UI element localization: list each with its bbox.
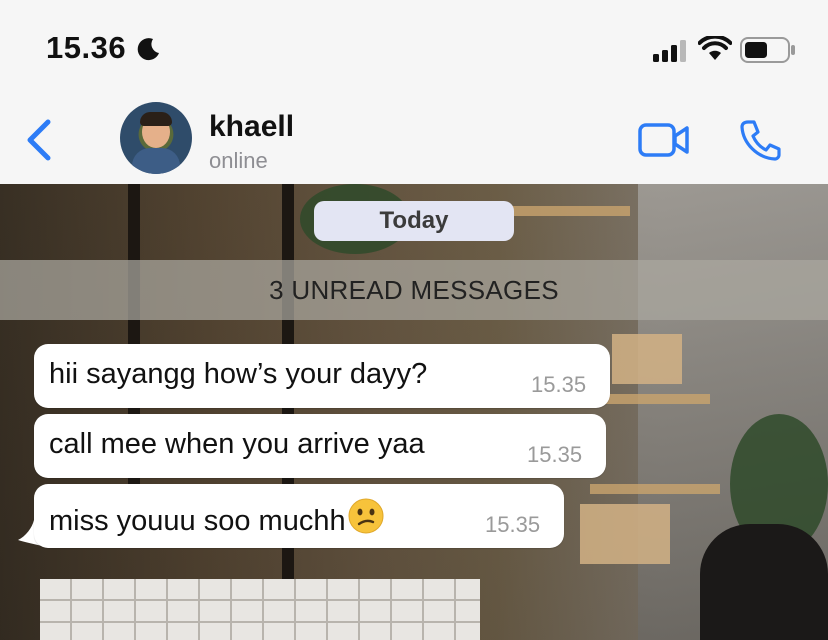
bg-post	[282, 184, 294, 640]
contact-name[interactable]: khaell	[209, 110, 294, 144]
contact-status: online	[209, 148, 268, 173]
bg-box	[580, 504, 670, 564]
video-camera-icon[interactable]	[638, 122, 690, 158]
bg-shelf	[600, 394, 710, 404]
message-bubble[interactable]: call mee when you arrive yaa 15.35	[34, 414, 606, 478]
contact-avatar[interactable]	[120, 102, 192, 174]
phone-icon[interactable]	[739, 119, 781, 161]
message-text: miss youuu soo muchh	[49, 498, 384, 538]
unread-messages-banner: 3 UNREAD MESSAGES	[0, 260, 828, 320]
avatar-vest	[132, 148, 180, 174]
status-bar: 15.36	[0, 0, 828, 96]
message-time: 15.35	[531, 372, 587, 397]
battery-icon	[740, 37, 795, 63]
status-time: 15.36	[46, 30, 127, 65]
message-time: 15.35	[527, 442, 583, 467]
bg-person	[700, 524, 828, 640]
bg-shelf	[590, 484, 720, 494]
back-chevron-icon[interactable]	[24, 118, 54, 162]
message-bubble[interactable]: hii sayangg how’s your dayy? 15.35	[34, 344, 610, 408]
avatar-hair	[140, 112, 172, 126]
wifi-icon	[698, 36, 732, 60]
bg-box	[612, 334, 682, 384]
moon-icon	[137, 38, 159, 61]
message-text: call mee when you arrive yaa	[49, 428, 425, 460]
message-time: 15.35	[485, 512, 541, 537]
cellular-signal-icon	[653, 40, 686, 62]
confused-face-icon	[348, 498, 384, 534]
message-bubble[interactable]: miss youuu soo muchh 15.35	[34, 484, 564, 548]
chat-background	[0, 184, 828, 640]
message-text: hii sayangg how’s your dayy?	[49, 358, 428, 390]
date-separator: Today	[314, 201, 514, 241]
message-text-content: miss youuu soo muchh	[49, 505, 346, 537]
bg-counter	[40, 579, 480, 640]
chat-header	[0, 96, 828, 185]
